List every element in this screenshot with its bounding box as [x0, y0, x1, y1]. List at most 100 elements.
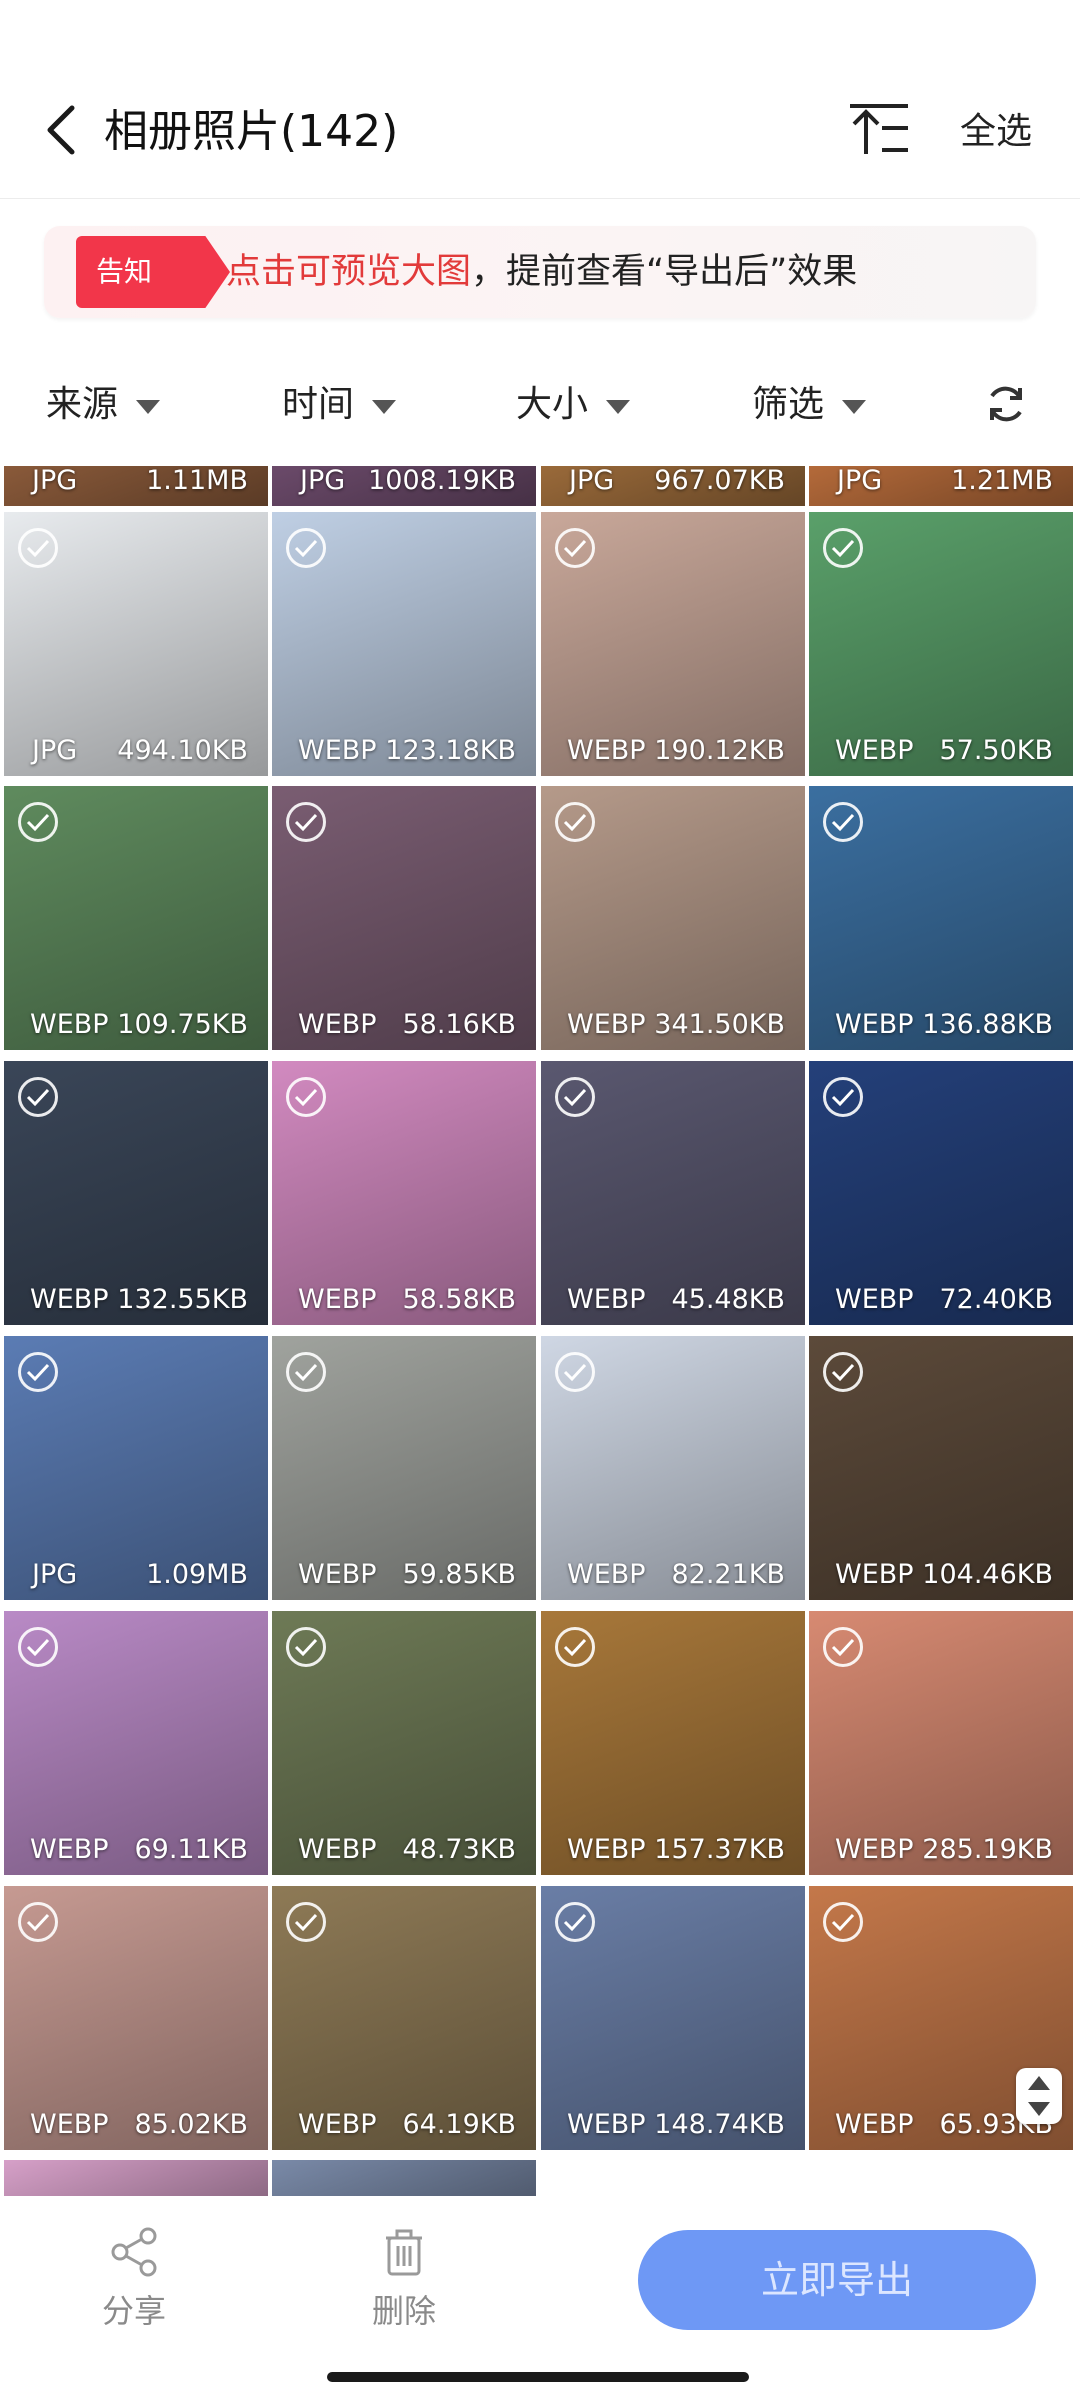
delete-button[interactable]: 删除 — [344, 2226, 464, 2332]
select-all-button[interactable]: 全选 — [960, 108, 1032, 156]
checkbox-icon[interactable] — [555, 1627, 595, 1667]
checkbox-icon[interactable] — [18, 1077, 58, 1117]
photo-tile[interactable]: WEBP 45.48KB — [541, 1061, 805, 1325]
filter-bar: 来源 时间 大小 筛选 — [0, 360, 1080, 450]
photo-type: WEBP — [567, 1009, 646, 1040]
filter-source[interactable]: 来源 — [46, 380, 161, 430]
photo-tile[interactable] — [4, 2160, 268, 2196]
refresh-icon — [990, 386, 1022, 422]
checkbox-icon[interactable] — [18, 1352, 58, 1392]
bottom-bar: 分享 删除 立即导出 — [0, 2196, 1080, 2400]
photo-tile[interactable]: JPG 1.11MB — [4, 466, 268, 506]
share-button[interactable]: 分享 — [74, 2226, 194, 2332]
photo-type: JPG — [32, 1559, 78, 1590]
scroll-arrows-icon — [1028, 2076, 1050, 2116]
photo-size: 1.21MB — [951, 466, 1053, 496]
checkbox-icon[interactable] — [286, 1352, 326, 1392]
home-indicator — [327, 2372, 749, 2382]
checkbox-icon[interactable] — [823, 1902, 863, 1942]
photo-tile[interactable]: WEBP 132.55KB — [4, 1061, 268, 1325]
caret-down-icon — [136, 400, 161, 414]
notice-text: 点击可预览大图，提前查看“导出后”效果 — [226, 246, 857, 298]
photo-grid: JPG 1.11MB JPG 1008.19KB JPG 967.07KB JPG 1.21M… — [0, 466, 1080, 2196]
photo-tile[interactable]: WEBP 69.11KB — [4, 1611, 268, 1875]
photo-type: JPG — [32, 735, 78, 766]
checkbox-icon[interactable] — [18, 802, 58, 842]
photo-tile[interactable]: WEBP 341.50KB — [541, 786, 805, 1050]
photo-tile[interactable]: WEBP 123.18KB — [272, 512, 536, 776]
photo-tile[interactable]: WEBP 64.19KB — [272, 1886, 536, 2150]
photo-tile[interactable]: WEBP 136.88KB — [809, 786, 1073, 1050]
photo-type: WEBP — [30, 1284, 109, 1315]
photo-size: 132.55KB — [117, 1284, 248, 1315]
scroll-handle[interactable] — [1016, 2068, 1062, 2124]
photo-type: WEBP — [30, 2109, 109, 2140]
photo-tile[interactable]: WEBP 157.37KB — [541, 1611, 805, 1875]
photo-tile[interactable]: WEBP 82.21KB — [541, 1336, 805, 1600]
share-icon — [111, 2227, 157, 2277]
photo-tile[interactable]: WEBP 48.73KB — [272, 1611, 536, 1875]
export-button[interactable]: 立即导出 — [638, 2230, 1036, 2330]
share-label: 分享 — [101, 2292, 166, 2330]
photo-tile[interactable]: WEBP 85.02KB — [4, 1886, 268, 2150]
photo-tile[interactable]: WEBP 285.19KB — [809, 1611, 1073, 1875]
photo-tile[interactable] — [272, 2160, 536, 2196]
photo-type: WEBP — [835, 2109, 914, 2140]
photo-tile[interactable]: WEBP 104.46KB — [809, 1336, 1073, 1600]
photo-size: 190.12KB — [654, 735, 785, 766]
checkbox-icon[interactable] — [555, 528, 595, 568]
checkbox-icon[interactable] — [823, 1352, 863, 1392]
checkbox-icon[interactable] — [823, 1627, 863, 1667]
photo-tile[interactable]: WEBP 57.50KB — [809, 512, 1073, 776]
filter-time[interactable]: 时间 — [282, 380, 397, 430]
photo-type: WEBP — [567, 1559, 646, 1590]
photo-size: 148.74KB — [654, 2109, 785, 2140]
photo-tile[interactable]: JPG 967.07KB — [541, 466, 805, 506]
photo-tile[interactable]: WEBP 58.16KB — [272, 786, 536, 1050]
checkbox-icon[interactable] — [555, 1902, 595, 1942]
checkbox-icon[interactable] — [823, 802, 863, 842]
checkbox-icon[interactable] — [823, 528, 863, 568]
photo-type: JPG — [300, 466, 346, 496]
checkbox-icon[interactable] — [18, 528, 58, 568]
photo-type: WEBP — [298, 1009, 377, 1040]
notice-banner[interactable]: 告知 点击可预览大图，提前查看“导出后”效果 — [44, 226, 1036, 318]
photo-tile[interactable]: WEBP 59.85KB — [272, 1336, 536, 1600]
photo-size: 82.21KB — [671, 1559, 785, 1590]
filter-filter[interactable]: 筛选 — [752, 380, 867, 430]
checkbox-icon[interactable] — [18, 1627, 58, 1667]
filter-size[interactable]: 大小 — [516, 380, 631, 430]
checkbox-icon[interactable] — [18, 1902, 58, 1942]
photo-size: 1.09MB — [146, 1559, 248, 1590]
checkbox-icon[interactable] — [823, 1077, 863, 1117]
photo-tile[interactable]: WEBP 148.74KB — [541, 1886, 805, 2150]
photo-size: 45.48KB — [671, 1284, 785, 1315]
checkbox-icon[interactable] — [286, 1627, 326, 1667]
checkbox-icon[interactable] — [286, 1902, 326, 1942]
checkbox-icon[interactable] — [555, 1077, 595, 1117]
photo-tile[interactable]: JPG 1.21MB — [809, 466, 1073, 506]
checkbox-icon[interactable] — [555, 1352, 595, 1392]
photo-type: WEBP — [30, 1834, 109, 1865]
checkbox-icon[interactable] — [286, 1077, 326, 1117]
sort-button[interactable] — [846, 102, 912, 158]
photo-type: WEBP — [30, 1009, 109, 1040]
photo-tile[interactable]: WEBP 72.40KB — [809, 1061, 1073, 1325]
checkbox-icon[interactable] — [286, 802, 326, 842]
photo-tile[interactable]: JPG 1.09MB — [4, 1336, 268, 1600]
checkbox-icon[interactable] — [555, 802, 595, 842]
photo-tile[interactable]: WEBP 109.75KB — [4, 786, 268, 1050]
photo-size: 109.75KB — [117, 1009, 248, 1040]
photo-type: WEBP — [835, 1284, 914, 1315]
refresh-button[interactable] — [984, 382, 1032, 430]
photo-tile[interactable]: JPG 494.10KB — [4, 512, 268, 776]
photo-type: WEBP — [835, 1834, 914, 1865]
photo-tile[interactable]: WEBP 58.58KB — [272, 1061, 536, 1325]
photo-tile[interactable]: JPG 1008.19KB — [272, 466, 536, 506]
back-button[interactable] — [40, 100, 100, 164]
photo-type: WEBP — [567, 1834, 646, 1865]
photo-size: 157.37KB — [654, 1834, 785, 1865]
checkbox-icon[interactable] — [286, 528, 326, 568]
photo-type: JPG — [569, 466, 615, 496]
photo-tile[interactable]: WEBP 190.12KB — [541, 512, 805, 776]
